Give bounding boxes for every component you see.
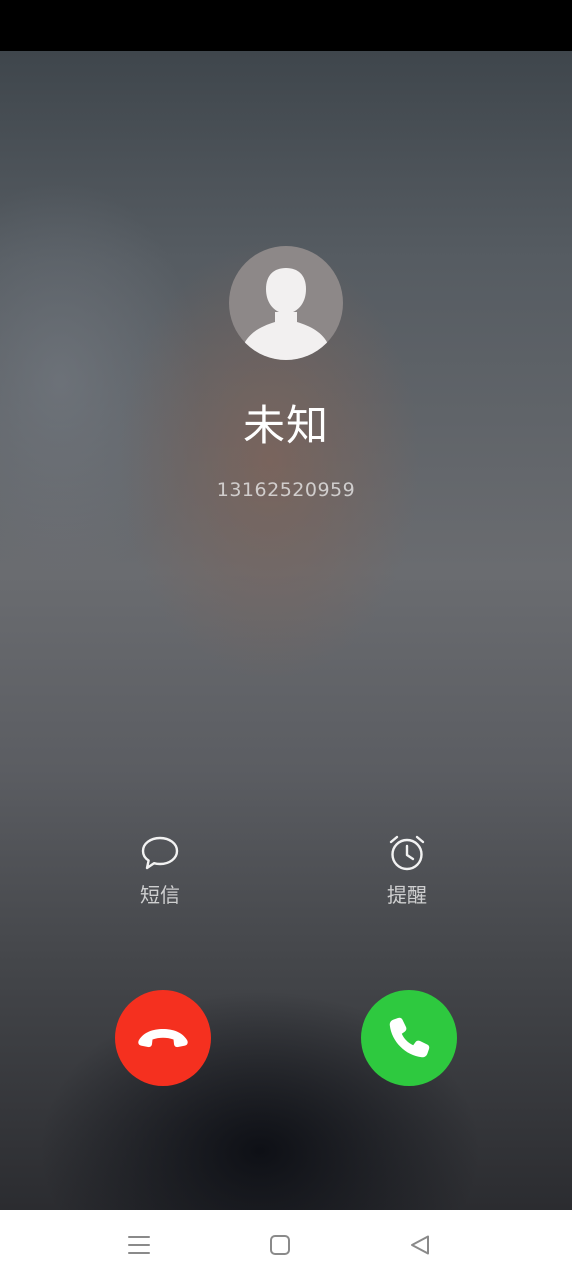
message-action-label: 短信 [140,883,180,907]
nav-back-button[interactable] [400,1228,440,1262]
caller-avatar [229,246,343,360]
menu-icon [128,1236,150,1254]
caller-name: 未知 [242,401,329,450]
status-bar [0,0,572,51]
phone-hangup-icon [138,1029,188,1048]
caller-number: 13162520959 [216,479,356,501]
default-avatar-icon [243,268,329,360]
reminder-action-label: 提醒 [387,883,427,907]
nav-home-button[interactable] [260,1228,300,1262]
message-action-button[interactable]: 短信 [100,834,220,908]
answer-call-button[interactable] [361,990,457,1086]
blurred-background [0,51,572,1210]
alarm-clock-icon [389,835,425,871]
home-square-icon [270,1235,290,1255]
nav-menu-button[interactable] [119,1228,159,1262]
phone-icon [389,1017,430,1058]
back-triangle-icon [411,1235,429,1255]
navigation-bar [0,1210,572,1280]
incoming-call-screen: 未知 13162520959 短信 提醒 [0,0,572,1280]
chat-bubble-icon [141,836,179,870]
decline-call-button[interactable] [115,990,211,1086]
reminder-action-button[interactable]: 提醒 [347,834,467,908]
